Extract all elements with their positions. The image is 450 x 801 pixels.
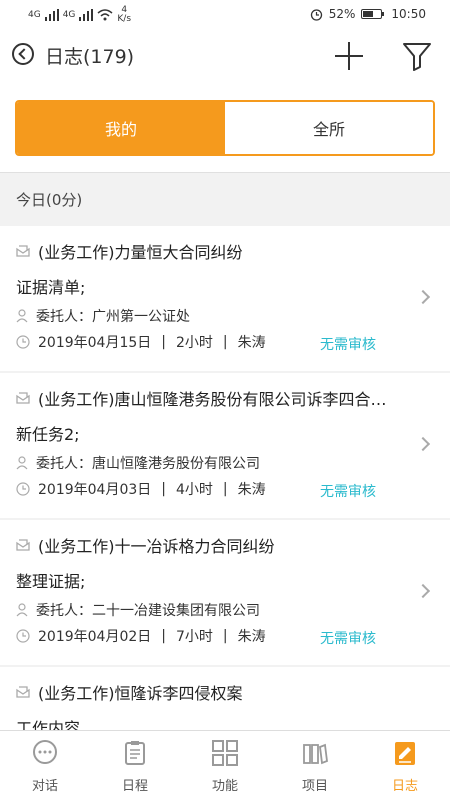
log-client: 委托人：广州第一公证处 (36, 309, 190, 325)
signal-icon (79, 9, 94, 21)
add-icon[interactable] (333, 40, 365, 72)
tab-label: 日志 (391, 779, 418, 794)
person-icon (16, 309, 28, 323)
segment-mine[interactable]: 我的 (17, 102, 225, 154)
clock-icon (16, 482, 30, 496)
status-badge: 无需审核 (320, 337, 376, 353)
separator: | (161, 481, 166, 497)
clock-icon (16, 629, 30, 643)
tab-label: 日程 (121, 779, 148, 794)
battery-percent: 52% (328, 7, 356, 21)
log-client: 委托人：唐山恒隆港务股份有限公司 (36, 456, 260, 472)
separator: | (222, 334, 228, 350)
page-title: 日志(179) (45, 46, 135, 68)
list-item[interactable]: (业务工作)唐山恒隆港务股份有限公司诉李四合… 新任务2; 委托人：唐山恒隆港务… (0, 373, 450, 518)
status-badge: 无需审核 (320, 631, 376, 647)
network-speed: 4 K/s (117, 5, 132, 24)
segment-area: 我的 全所 (0, 84, 450, 173)
tab-projects[interactable]: 项目 (270, 731, 360, 801)
status-bar: 4G 4G 4 K/s 52% 10:50 (0, 0, 450, 30)
log-person: 朱涛 (237, 629, 266, 645)
list-item[interactable]: (业务工作)恒隆诉李四侵权案 工作内容 (0, 667, 450, 730)
clock: 10:50 (391, 7, 426, 21)
log-person: 朱涛 (237, 482, 266, 498)
app-header: 日志(179) (0, 30, 450, 84)
segment-control: 我的 全所 (15, 100, 435, 156)
chevron-right-icon (415, 289, 431, 305)
separator: | (161, 628, 166, 644)
separator: | (222, 481, 228, 497)
tab-label: 功能 (211, 779, 238, 794)
tab-chat[interactable]: 对话 (0, 731, 90, 801)
log-list: (业务工作)力量恒大合同纠纷 证据清单; 委托人：广州第一公证处 2019年04… (0, 226, 450, 730)
log-date: 2019年04月02日 (38, 629, 152, 645)
person-icon (16, 456, 28, 470)
log-person: 朱涛 (237, 335, 266, 351)
battery-icon (361, 9, 385, 19)
signal-label: 4G (28, 10, 41, 20)
log-duration: 7小时 (175, 629, 213, 645)
log-title: (业务工作)恒隆诉李四侵权案 (38, 684, 243, 703)
log-icon (395, 742, 415, 765)
tab-functions[interactable]: 功能 (180, 731, 270, 801)
folders-icon (303, 743, 328, 765)
separator: | (161, 334, 166, 350)
mail-icon (16, 392, 30, 404)
log-content: 工作内容 (16, 719, 81, 730)
chevron-right-icon (415, 436, 431, 452)
signal-icon (44, 9, 59, 21)
clock-icon (16, 335, 30, 349)
alarm-icon (310, 8, 322, 21)
log-date: 2019年04月03日 (38, 482, 152, 498)
list-item[interactable]: (业务工作)力量恒大合同纠纷 证据清单; 委托人：广州第一公证处 2019年04… (0, 226, 450, 371)
tab-log[interactable]: 日志 (360, 731, 450, 801)
log-client: 委托人：二十一冶建设集团有限公司 (36, 603, 260, 619)
tab-schedule[interactable]: 日程 (90, 731, 180, 801)
log-content: 新任务2; (16, 425, 80, 444)
chat-icon (33, 740, 57, 764)
bottom-tab-bar: 对话 日程 功能 项目 日志 (0, 730, 450, 801)
separator: | (222, 628, 228, 644)
log-title: (业务工作)十一冶诉格力合同纠纷 (38, 537, 275, 556)
section-header: 今日(0分) (0, 173, 450, 225)
wifi-icon (97, 9, 113, 21)
calendar-icon (125, 741, 145, 765)
signal-label: 4G (62, 10, 76, 20)
log-content: 整理证据; (16, 572, 86, 591)
log-duration: 2小时 (175, 335, 213, 351)
segment-all[interactable]: 全所 (225, 102, 433, 154)
list-item[interactable]: (业务工作)十一冶诉格力合同纠纷 整理证据; 委托人：二十一冶建设集团有限公司 … (0, 520, 450, 665)
log-content: 证据清单; (16, 278, 86, 297)
person-icon (16, 603, 28, 617)
mail-icon (16, 539, 30, 551)
log-date: 2019年04月15日 (38, 335, 152, 351)
filter-icon[interactable] (401, 40, 433, 72)
tab-label: 项目 (301, 779, 328, 794)
today-label: 今日(0分) (16, 191, 83, 209)
mail-icon (16, 245, 30, 257)
tab-label: 对话 (31, 779, 58, 794)
mail-icon (16, 686, 30, 698)
back-icon[interactable] (12, 43, 34, 65)
log-title: (业务工作)唐山恒隆港务股份有限公司诉李四合… (38, 390, 387, 409)
chevron-right-icon (415, 583, 431, 599)
log-title: (业务工作)力量恒大合同纠纷 (38, 243, 243, 262)
status-badge: 无需审核 (320, 484, 376, 500)
log-duration: 4小时 (175, 482, 213, 498)
grid-icon (212, 740, 238, 766)
